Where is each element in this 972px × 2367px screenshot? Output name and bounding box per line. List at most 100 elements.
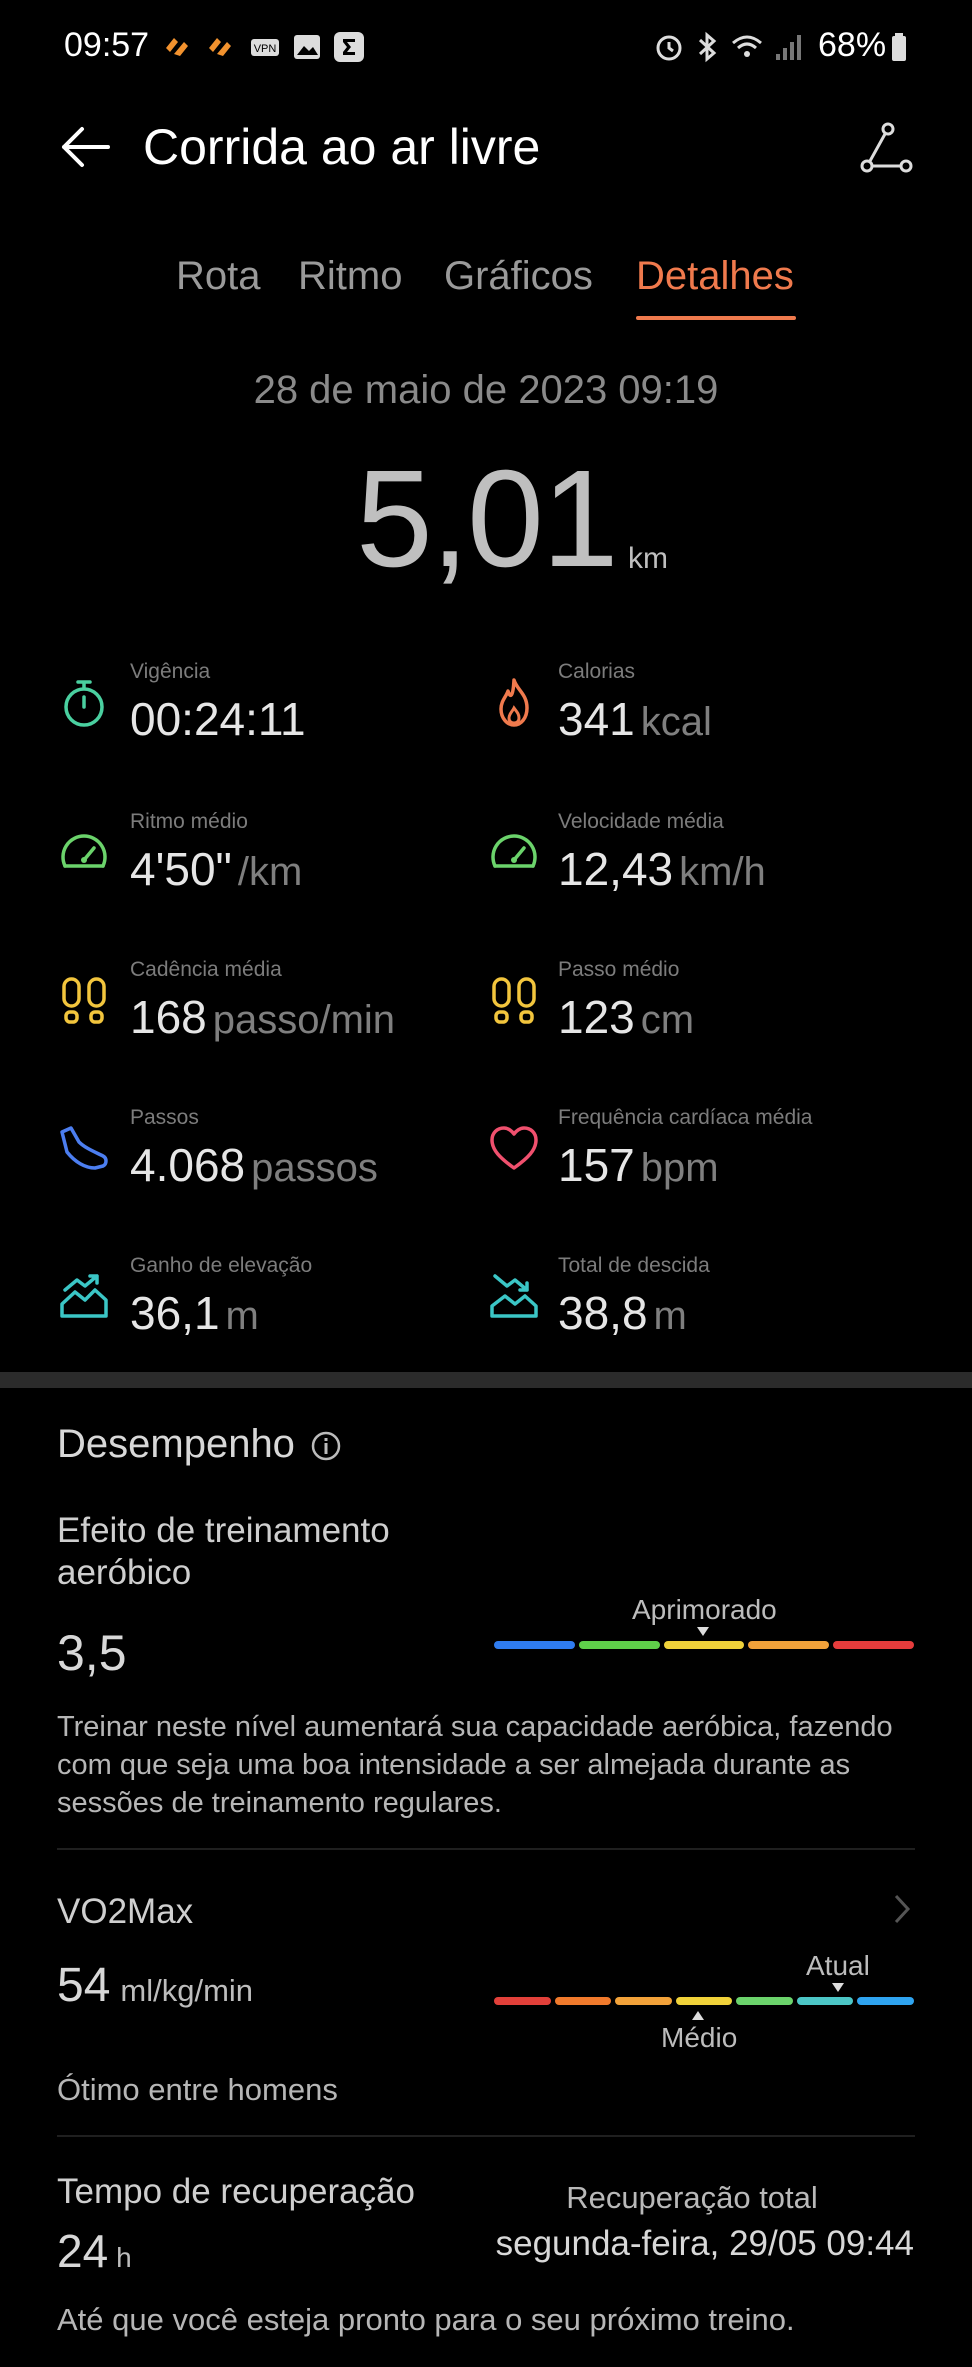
separator bbox=[57, 1848, 915, 1850]
footprints-icon bbox=[62, 977, 106, 1024]
aerobic-description: Treinar neste nível aumentará sua capaci… bbox=[57, 1711, 893, 1819]
tab-rota[interactable]: Rota bbox=[176, 254, 261, 299]
descent-unit: m bbox=[653, 1294, 687, 1338]
recovery-time-unit: h bbox=[116, 2242, 132, 2273]
app-icon bbox=[209, 38, 231, 56]
tab-detalhes[interactable]: Detalhes bbox=[636, 254, 794, 299]
scale-segment bbox=[554, 1997, 612, 2005]
scale-segment bbox=[494, 1997, 551, 2005]
vo2max-scale bbox=[494, 1997, 915, 2005]
tab-underline bbox=[636, 316, 796, 320]
footprints-icon bbox=[492, 977, 536, 1024]
separator bbox=[57, 2135, 915, 2137]
vo2max-value: 54 bbox=[57, 1959, 111, 2012]
signal-icon bbox=[776, 35, 801, 60]
stopwatch-icon bbox=[64, 680, 104, 727]
battery-percentage: 68% bbox=[818, 26, 887, 64]
stat-label: Calorias bbox=[558, 660, 636, 683]
vo2max-current-label: Atual bbox=[806, 1950, 870, 1981]
stat-value: 123 cm bbox=[558, 990, 694, 1044]
steps-value: 4.068 bbox=[130, 1139, 246, 1191]
pace-value: 4'50" bbox=[130, 843, 232, 895]
stat-label: Velocidade média bbox=[558, 810, 724, 833]
status-time: 09:57 bbox=[64, 26, 150, 64]
vpn-icon: VPN bbox=[251, 39, 279, 56]
cadence-unit: passo/min bbox=[212, 998, 396, 1042]
vo2max-average-marker bbox=[692, 2011, 704, 2020]
scale-segment bbox=[796, 1997, 854, 2005]
total-recovery-value: segunda-feira, 29/05 09:44 bbox=[495, 2224, 914, 2263]
elevation-down-icon bbox=[490, 1274, 538, 1318]
recovery-time-value: 24 bbox=[57, 2225, 109, 2277]
stat-value: 38,8 m bbox=[558, 1286, 687, 1340]
aerobic-scale-marker bbox=[697, 1627, 709, 1636]
stat-value: 36,1 m bbox=[130, 1286, 259, 1340]
vo2max-note: Ótimo entre homens bbox=[57, 2072, 338, 2107]
elevation-up-icon bbox=[60, 1274, 108, 1318]
scale-segment bbox=[578, 1641, 660, 1649]
arrow-left-icon[interactable] bbox=[58, 124, 112, 170]
heart-rate-value: 157 bbox=[558, 1139, 635, 1191]
stat-label: Passos bbox=[130, 1106, 199, 1129]
elevation-gain-unit: m bbox=[225, 1294, 259, 1338]
wifi-icon bbox=[732, 35, 762, 57]
chevron-right-icon[interactable] bbox=[892, 1892, 912, 1926]
pace-unit: /km bbox=[237, 850, 303, 894]
stat-label: Ritmo médio bbox=[130, 810, 248, 833]
section-divider bbox=[0, 1372, 972, 1388]
descent-value: 38,8 bbox=[558, 1287, 648, 1339]
recovery-time-label: Tempo de recuperação bbox=[57, 2172, 415, 2211]
tab-graficos[interactable]: Gráficos bbox=[444, 254, 593, 299]
stat-label: Vigência bbox=[130, 660, 211, 683]
workout-date: 28 de maio de 2023 09:19 bbox=[253, 368, 719, 412]
steps-unit: passos bbox=[251, 1146, 378, 1190]
stat-value: 341 kcal bbox=[558, 692, 712, 746]
calories-value: 341 bbox=[558, 693, 635, 745]
scale-segment bbox=[748, 1641, 830, 1649]
info-icon[interactable] bbox=[310, 1430, 342, 1462]
scale-segment bbox=[615, 1997, 672, 2005]
shoe-icon bbox=[60, 1126, 108, 1170]
vo2max-unit: ml/kg/min bbox=[120, 1973, 254, 2008]
stat-label: Passo médio bbox=[558, 958, 680, 981]
scale-segment bbox=[494, 1641, 575, 1649]
scale-segment bbox=[675, 1997, 733, 2005]
vo2max-label[interactable]: VO2Max bbox=[57, 1892, 193, 1932]
aerobic-scale bbox=[494, 1641, 914, 1649]
stride-value: 123 bbox=[558, 991, 635, 1043]
sum-icon bbox=[334, 32, 364, 62]
speedometer-icon bbox=[61, 834, 107, 868]
gallery-icon bbox=[294, 35, 320, 59]
vo2max-current-marker bbox=[832, 1983, 844, 1992]
vo2max-reading: 54 ml/kg/min bbox=[57, 1958, 253, 2013]
performance-title: Desempenho bbox=[57, 1422, 295, 1466]
aerobic-effect-label: Efeito de treinamento aeróbico bbox=[57, 1511, 390, 1592]
speed-value: 12,43 bbox=[558, 843, 674, 895]
bluetooth-icon bbox=[698, 31, 717, 63]
cadence-value: 168 bbox=[130, 991, 207, 1043]
scale-segment bbox=[736, 1997, 793, 2005]
recovery-time-reading: 24 h bbox=[57, 2224, 132, 2278]
scale-segment bbox=[833, 1641, 914, 1649]
flame-icon bbox=[499, 678, 529, 727]
distance-unit: km bbox=[628, 542, 668, 575]
stat-label: Ganho de elevação bbox=[130, 1254, 313, 1277]
stat-value: 12,43 km/h bbox=[558, 842, 766, 896]
stat-value: 157 bpm bbox=[558, 1138, 719, 1192]
aerobic-effect-value: 3,5 bbox=[57, 1625, 127, 1681]
route-icon[interactable] bbox=[858, 120, 914, 176]
vo2max-average-label: Médio bbox=[661, 2022, 738, 2053]
stat-label: Cadência média bbox=[130, 958, 282, 981]
calories-unit: kcal bbox=[640, 700, 712, 744]
scale-segment bbox=[857, 1997, 915, 2005]
stat-label: Frequência cardíaca média bbox=[558, 1106, 813, 1129]
heart-icon bbox=[490, 1126, 538, 1170]
scale-segment bbox=[663, 1641, 745, 1649]
tab-ritmo[interactable]: Ritmo bbox=[298, 254, 402, 299]
recovery-note: Até que você esteja pronto para o seu pr… bbox=[57, 2302, 795, 2337]
battery-icon bbox=[892, 33, 906, 61]
alarm-icon bbox=[656, 35, 682, 61]
distance-value: 5,01 bbox=[356, 442, 619, 596]
elevation-gain-value: 36,1 bbox=[130, 1287, 220, 1339]
page-title: Corrida ao ar livre bbox=[143, 119, 541, 175]
